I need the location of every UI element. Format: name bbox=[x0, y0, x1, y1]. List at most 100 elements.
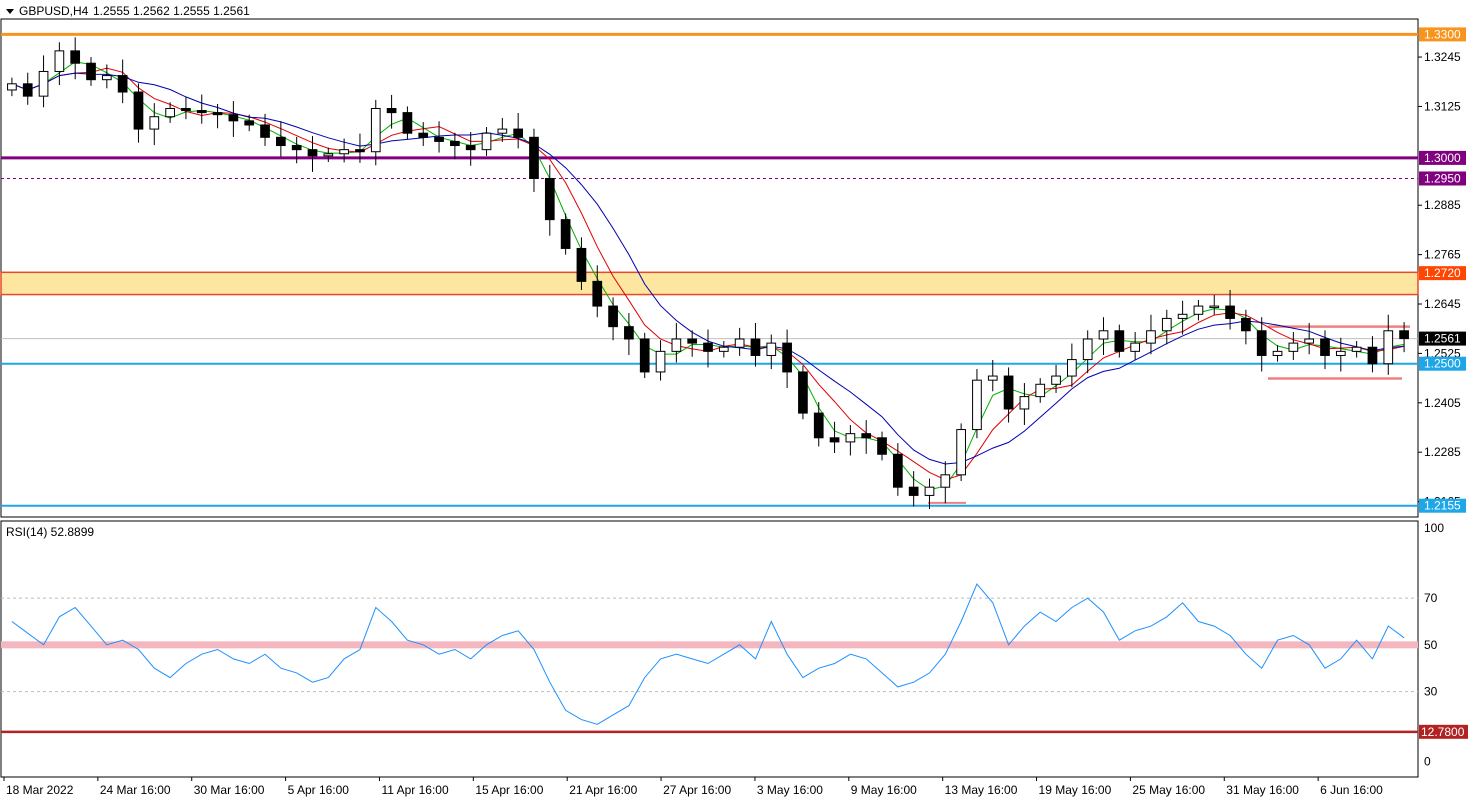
rsi-tick-label: 50 bbox=[1424, 638, 1438, 652]
candle-body bbox=[1335, 350, 1346, 356]
candle-body bbox=[687, 338, 698, 344]
price-tick-label: 1.2765 bbox=[1424, 248, 1461, 262]
candle-body bbox=[718, 346, 729, 352]
candle-body bbox=[1051, 375, 1061, 385]
candle-body bbox=[1272, 350, 1283, 356]
candle-body bbox=[434, 136, 444, 142]
candle-body bbox=[1193, 305, 1204, 315]
candle-body bbox=[1399, 330, 1409, 340]
candle-body bbox=[339, 149, 349, 155]
candle-body bbox=[355, 149, 365, 153]
candle-body bbox=[956, 429, 966, 476]
candle-body bbox=[1209, 305, 1220, 309]
time-label: 30 Mar 16:00 bbox=[194, 783, 265, 797]
candle-body bbox=[133, 91, 144, 130]
candle-body bbox=[38, 70, 49, 97]
candle-body bbox=[798, 371, 808, 414]
time-label: 9 May 16:00 bbox=[851, 783, 917, 797]
price-tag-label: 1.3000 bbox=[1424, 151, 1461, 165]
price-tag-label: 1.2720 bbox=[1424, 266, 1461, 280]
candle-body bbox=[576, 247, 587, 282]
ohlc-readout: 1.2555 1.2562 1.2555 1.2561 bbox=[93, 4, 250, 18]
candle-body bbox=[70, 50, 81, 64]
time-label: 15 Apr 16:00 bbox=[475, 783, 543, 797]
time-label: 6 Jun 16:00 bbox=[1320, 783, 1383, 797]
rsi-panel[interactable] bbox=[0, 520, 1419, 778]
candle-body bbox=[307, 149, 318, 157]
price-tick-label: 1.3125 bbox=[1424, 99, 1461, 113]
price-panel[interactable] bbox=[0, 18, 1419, 518]
candle-body bbox=[750, 338, 761, 356]
candle-body bbox=[592, 280, 603, 307]
candle-body bbox=[1019, 396, 1030, 410]
candle-body bbox=[1114, 330, 1125, 352]
candle-body bbox=[892, 453, 903, 488]
chart-canvas[interactable]: GBPUSD,H4 1.2555 1.2562 1.2555 1.2561 RS… bbox=[0, 0, 1468, 802]
price-tag-label: 1.2155 bbox=[1424, 499, 1461, 513]
candle-body bbox=[228, 114, 239, 122]
candle-body bbox=[1351, 346, 1362, 352]
candle-body bbox=[370, 107, 381, 153]
time-label: 19 May 16:00 bbox=[1039, 783, 1112, 797]
time-label: 31 May 16:00 bbox=[1226, 783, 1299, 797]
supply-zone bbox=[0, 271, 1419, 296]
time-label: 5 Apr 16:00 bbox=[288, 783, 350, 797]
candle-body bbox=[908, 486, 919, 496]
candle-body bbox=[1367, 346, 1378, 365]
candle-body bbox=[196, 110, 207, 114]
candle-body bbox=[703, 342, 713, 352]
time-label: 25 May 16:00 bbox=[1132, 783, 1205, 797]
price-tick-label: 1.2285 bbox=[1424, 445, 1461, 459]
time-label: 21 Apr 16:00 bbox=[569, 783, 637, 797]
candle-body bbox=[734, 338, 745, 348]
candle-body bbox=[165, 107, 175, 118]
price-tick-label: 1.2645 bbox=[1424, 297, 1461, 311]
candle-body bbox=[813, 412, 824, 439]
candle-body bbox=[671, 338, 682, 352]
candle-body bbox=[829, 437, 840, 443]
candle-body bbox=[1082, 338, 1093, 361]
price-tag-label: 1.3300 bbox=[1424, 27, 1461, 41]
candle-body bbox=[513, 128, 524, 138]
candle-body bbox=[782, 342, 792, 373]
candle-body bbox=[1383, 330, 1394, 365]
rsi-tick-label: 100 bbox=[1424, 521, 1444, 535]
candle-body bbox=[291, 145, 302, 151]
symbol-timeframe: GBPUSD,H4 bbox=[19, 4, 89, 18]
candle-body bbox=[181, 107, 191, 112]
candle-body bbox=[149, 116, 160, 130]
candle-body bbox=[560, 219, 571, 249]
time-label: 13 May 16:00 bbox=[945, 783, 1018, 797]
rsi-tag-label: 12.7800 bbox=[1421, 725, 1465, 739]
candle-body bbox=[940, 474, 951, 488]
time-label: 18 Mar 2022 bbox=[6, 783, 74, 797]
candle-body bbox=[1304, 338, 1315, 344]
candle-body bbox=[22, 83, 33, 97]
candle-body bbox=[1256, 330, 1267, 356]
time-label: 11 Apr 16:00 bbox=[381, 783, 448, 797]
candle-body bbox=[1177, 313, 1188, 319]
candle-body bbox=[276, 136, 286, 147]
rsi-50-band bbox=[1, 641, 1418, 649]
candle-body bbox=[608, 305, 618, 328]
candle-body bbox=[244, 120, 255, 126]
candle-body bbox=[418, 132, 429, 138]
candle-body bbox=[101, 75, 112, 81]
candle-body bbox=[655, 350, 666, 373]
candle-body bbox=[1067, 359, 1077, 377]
candle-body bbox=[544, 177, 555, 221]
price-tick-label: 1.2885 bbox=[1424, 198, 1461, 212]
candle-body bbox=[529, 136, 539, 179]
candle-body bbox=[845, 433, 856, 443]
candle-body bbox=[1241, 317, 1251, 332]
candle-body bbox=[1003, 375, 1014, 410]
triangle-down-icon[interactable] bbox=[6, 9, 14, 14]
candle-body bbox=[497, 128, 508, 134]
candle-body bbox=[1146, 330, 1156, 344]
candle-body bbox=[924, 486, 935, 496]
candle-body bbox=[117, 75, 128, 93]
candle-body bbox=[7, 83, 17, 91]
candle-body bbox=[972, 379, 982, 431]
candle-body bbox=[323, 153, 334, 157]
candle-body bbox=[1320, 338, 1330, 356]
